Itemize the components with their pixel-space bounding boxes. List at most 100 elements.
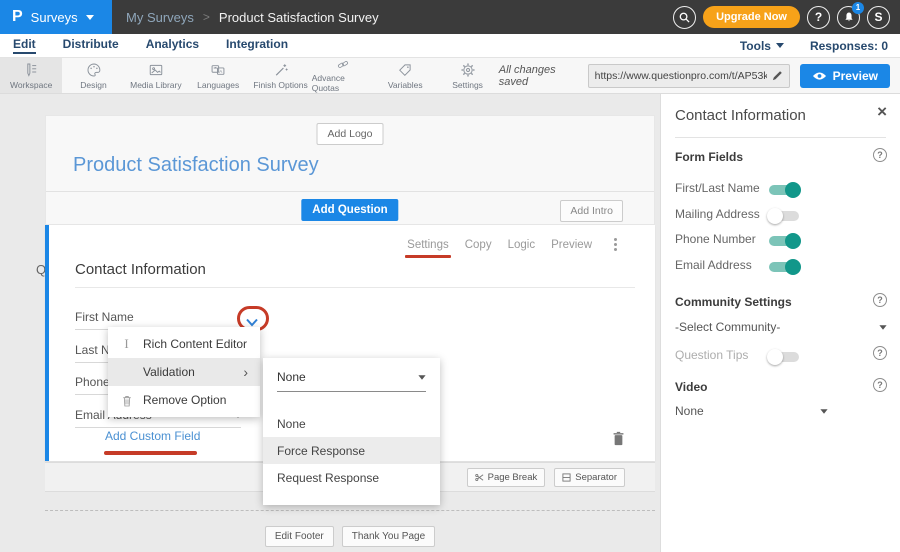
question-action-preview[interactable]: Preview <box>551 239 592 251</box>
tool-label: Finish Options <box>253 80 307 90</box>
survey-url[interactable]: https://www.questionpro.com/t/AP53kZgUI <box>589 70 767 82</box>
help-button[interactable]: ? <box>807 6 830 29</box>
tool-languages[interactable]: A Languages <box>187 58 249 93</box>
toggle-email-address[interactable] <box>769 262 799 272</box>
help-icon[interactable]: ? <box>873 293 887 307</box>
breadcrumb: My Surveys > Product Satisfaction Survey <box>126 10 379 25</box>
survey-url-field[interactable]: https://www.questionpro.com/t/AP53kZgUI <box>588 64 790 88</box>
question-tips-label: Question Tips <box>675 348 748 362</box>
question-actions: Settings Copy Logic Preview <box>407 238 617 251</box>
tool-media-library[interactable]: Media Library <box>125 58 187 93</box>
add-logo-button[interactable]: Add Logo <box>317 123 384 145</box>
separator-button[interactable]: Separator <box>554 468 625 487</box>
toggle-question-tips[interactable] <box>769 352 799 362</box>
text-cursor-icon: I <box>120 336 133 352</box>
questionpro-survey-editor: P Surveys My Surveys > Product Satisfact… <box>0 0 900 552</box>
question-action-logic[interactable]: Logic <box>508 239 536 251</box>
edit-footer-button[interactable]: Edit Footer <box>265 526 334 547</box>
tool-label: Settings <box>452 80 483 90</box>
sidebar-title: Contact Information <box>675 107 806 124</box>
edit-url-button[interactable] <box>767 65 789 87</box>
notifications-button[interactable]: 1 <box>837 6 860 29</box>
tool-advance-quotas[interactable]: Advance Quotas <box>312 58 374 93</box>
tab-integration[interactable]: Integration <box>226 37 288 54</box>
survey-title[interactable]: Product Satisfaction Survey <box>73 154 319 177</box>
search-icon <box>679 12 690 23</box>
community-select[interactable]: -Select Community- <box>675 320 887 334</box>
field-phone[interactable]: Phone <box>75 375 110 389</box>
gear-icon <box>460 62 476 78</box>
translate-icon: A <box>210 62 226 78</box>
divider <box>675 137 886 138</box>
thank-you-page-button[interactable]: Thank You Page <box>342 526 435 547</box>
tool-design[interactable]: Design <box>62 58 124 93</box>
add-question-button[interactable]: Add Question <box>301 199 398 221</box>
question-title[interactable]: Contact Information <box>75 261 206 278</box>
tab-edit[interactable]: Edit <box>13 37 36 54</box>
validation-option-none[interactable]: None <box>263 410 440 437</box>
toggle-knob <box>785 259 801 275</box>
menu-item-validation[interactable]: Validation › <box>108 358 260 386</box>
video-select[interactable]: None <box>675 404 828 418</box>
validation-select[interactable]: None <box>277 370 426 392</box>
subnav-right: Tools Responses: 0 <box>740 39 900 53</box>
add-intro-button[interactable]: Add Intro <box>560 200 623 222</box>
breadcrumb-separator: > <box>203 10 210 24</box>
more-options-icon[interactable] <box>614 238 617 251</box>
responses-count[interactable]: Responses: 0 <box>810 39 888 53</box>
toggle-knob <box>785 182 801 198</box>
tools-menu[interactable]: Tools <box>740 39 784 53</box>
tool-settings[interactable]: Settings <box>436 58 498 93</box>
avatar[interactable]: S <box>867 6 890 29</box>
tab-distribute[interactable]: Distribute <box>63 37 119 54</box>
tool-label: Workspace <box>10 80 52 90</box>
tool-variables[interactable]: Variables <box>374 58 436 93</box>
upgrade-now-button[interactable]: Upgrade Now <box>703 6 800 28</box>
tool-finish-options[interactable]: Finish Options <box>249 58 311 93</box>
tool-label: Advance Quotas <box>312 73 374 93</box>
tool-label: Design <box>80 80 106 90</box>
close-icon[interactable]: × <box>877 103 887 120</box>
field-first-name[interactable]: First Name <box>75 310 134 324</box>
page-break-button[interactable]: Page Break <box>467 468 546 487</box>
chevron-down-icon <box>820 409 827 414</box>
magic-wand-icon <box>273 62 289 78</box>
delete-question-button[interactable] <box>612 431 625 451</box>
video-select-value: None <box>675 404 704 418</box>
annotation-underline-add-custom-field <box>104 451 197 455</box>
menu-item-remove-option[interactable]: Remove Option <box>108 386 260 414</box>
save-status: All changes saved <box>499 64 578 88</box>
chevron-down-icon <box>879 325 886 330</box>
question-action-copy[interactable]: Copy <box>465 239 492 251</box>
toggle-knob <box>785 233 801 249</box>
preview-button[interactable]: Preview <box>800 64 890 88</box>
help-icon[interactable]: ? <box>873 378 887 392</box>
tool-label: Media Library <box>130 80 182 90</box>
breadcrumb-parent[interactable]: My Surveys <box>126 10 194 25</box>
validation-option-force-response[interactable]: Force Response <box>263 437 440 464</box>
help-icon[interactable]: ? <box>873 346 887 360</box>
validation-submenu: None None Force Response Request Respons… <box>263 358 440 505</box>
tool-workspace[interactable]: Workspace <box>0 58 62 93</box>
subnav-tabs: Edit Distribute Analytics Integration <box>0 37 288 54</box>
bell-icon <box>843 11 855 23</box>
search-button[interactable] <box>673 6 696 29</box>
product-switcher[interactable]: P Surveys <box>0 0 112 34</box>
help-icon[interactable]: ? <box>873 148 887 162</box>
top-navbar: P Surveys My Surveys > Product Satisfact… <box>0 0 900 34</box>
trash-icon <box>120 392 133 408</box>
question-action-settings[interactable]: Settings <box>407 239 449 251</box>
footer-buttons: Edit Footer Thank You Page <box>45 526 655 547</box>
validation-option-request-response[interactable]: Request Response <box>263 464 440 491</box>
toggle-phone-number[interactable] <box>769 236 799 246</box>
toggle-knob <box>767 208 783 224</box>
toggle-mailing-address[interactable] <box>769 211 799 221</box>
divider <box>75 287 635 288</box>
toggle-first-last-name[interactable] <box>769 185 799 195</box>
question-settings-sidebar: Contact Information × Form Fields ? Firs… <box>660 94 900 552</box>
add-custom-field-link[interactable]: Add Custom Field <box>105 429 200 443</box>
survey-header-card: Add Logo Product Satisfaction Survey Add… <box>45 115 655 225</box>
divider <box>46 191 654 192</box>
tab-analytics[interactable]: Analytics <box>146 37 199 54</box>
menu-item-rich-content-editor[interactable]: I Rich Content Editor <box>108 330 260 358</box>
